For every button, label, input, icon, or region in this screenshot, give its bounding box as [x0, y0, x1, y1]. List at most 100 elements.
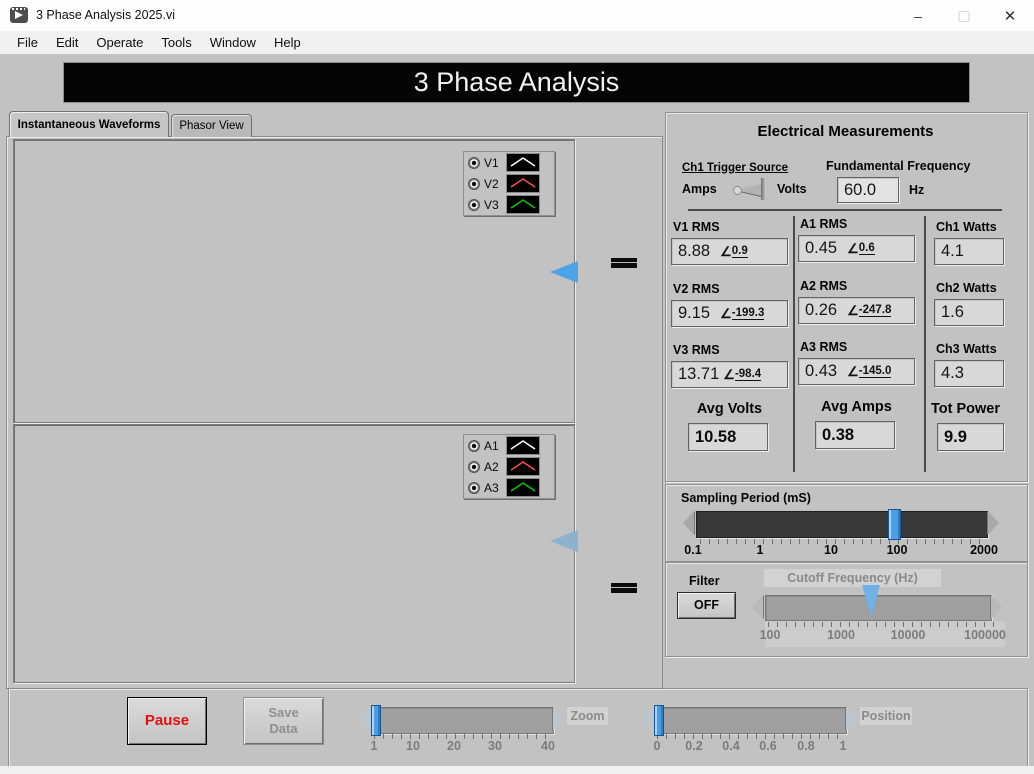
sampling-scale-tick: 10 [824, 543, 838, 557]
titlebar: 3 Phase Analysis 2025.vi – ▢ ✕ [0, 0, 1034, 32]
watts-value: 4.1 [941, 242, 964, 260]
sampling-period-label: Sampling Period (mS) [681, 491, 811, 505]
plot-visibility-icon[interactable] [468, 156, 480, 169]
maximize-button: ▢ [957, 7, 971, 23]
menu-tools[interactable]: Tools [152, 33, 200, 52]
angle-value: 0.9 [731, 245, 748, 258]
legend-item-a2[interactable]: A2 [464, 456, 554, 477]
position-scale-tick: 0.4 [722, 739, 740, 753]
plot-visibility-icon[interactable] [468, 481, 480, 494]
avg-value: 0.38 [822, 425, 855, 444]
plot-line-sample[interactable] [506, 457, 540, 476]
avg-value: 9.9 [944, 427, 967, 446]
trigger-source-option-volts[interactable]: Volts [777, 182, 807, 196]
v2-rms-label: V2 RMS [673, 282, 720, 296]
tab-phasor-view[interactable]: Phasor View [171, 114, 252, 137]
rms-value: 8.88 [678, 242, 711, 260]
v1-rms-label: V1 RMS [673, 220, 720, 234]
measurements-title: Electrical Measurements [757, 123, 934, 140]
fundamental-frequency-label: Fundamental Frequency [826, 159, 971, 173]
angle-value: -199.3 [731, 307, 765, 320]
position-increment-arrow[interactable] [846, 707, 857, 731]
page-title-banner: 3 Phase Analysis [63, 62, 970, 103]
trigger-source-option-amps[interactable]: Amps [682, 182, 717, 196]
v3-rms-label: V3 RMS [673, 343, 720, 357]
plot-visibility-icon[interactable] [468, 177, 480, 190]
menu-help[interactable]: Help [265, 33, 310, 52]
voltage-range-slider-handle[interactable] [611, 258, 637, 268]
app-window: 3 Phase Analysis 2025.vi – ▢ ✕ File Edit… [0, 0, 1034, 774]
rms-value: 0.43 [805, 362, 838, 380]
zoom-label: Zoom [567, 707, 608, 725]
plot-visibility-icon[interactable] [468, 439, 480, 452]
ch1-watts-label: Ch1 Watts [936, 220, 997, 234]
v-trigger-pointer[interactable] [550, 261, 578, 283]
filter-label: Filter [689, 574, 720, 588]
save-data-label-1: Save [268, 704, 299, 720]
ch1-trigger-source-label: Ch1 Trigger Source [682, 162, 789, 174]
labview-app-icon [10, 7, 28, 23]
sampling-decrement-arrow[interactable] [683, 511, 694, 535]
minimize-button[interactable]: – [895, 0, 941, 31]
a3-rms-value: 0.43 ∠ -145.0 [798, 358, 915, 385]
menu-file[interactable]: File [8, 33, 47, 52]
angle-icon: ∠ [720, 305, 732, 321]
v1-rms-value: 8.88 ∠ 0.9 [671, 238, 788, 265]
zoom-increment-arrow[interactable] [553, 707, 564, 731]
trigger-source-switch[interactable] [733, 178, 775, 200]
pause-button[interactable]: Pause [127, 697, 207, 745]
close-button[interactable]: ✕ [987, 0, 1033, 31]
rms-value: 13.71 [678, 365, 720, 383]
angle-icon: ∠ [720, 243, 732, 259]
plot-line-sample[interactable] [506, 174, 540, 193]
fundamental-frequency-value: 60.0 [837, 177, 899, 203]
legend-label: A1 [484, 438, 499, 453]
frequency-value: 60.0 [844, 180, 877, 199]
legend-item-v1[interactable]: V1 [464, 152, 554, 173]
current-range-slider-handle[interactable] [611, 583, 637, 593]
plot-visibility-icon[interactable] [468, 198, 480, 211]
sampling-slider-handle[interactable] [888, 509, 901, 540]
cutoff-scale-tick: 100000 [964, 628, 1006, 642]
sampling-slider-track[interactable] [696, 511, 988, 538]
menu-operate[interactable]: Operate [87, 33, 152, 52]
cutoff-slider-pointer[interactable] [862, 585, 880, 617]
position-scale-tick: 0.8 [797, 739, 815, 753]
position-slider-handle[interactable] [654, 705, 664, 736]
cutoff-decrement-arrow[interactable] [752, 595, 763, 619]
rms-value: 0.26 [805, 301, 838, 319]
zoom-scale-tick: 10 [406, 739, 420, 753]
legend-label: A2 [484, 459, 499, 474]
zoom-slider-track[interactable] [372, 707, 554, 734]
angle-icon: ∠ [723, 366, 735, 382]
v2-rms-value: 9.15 ∠ -199.3 [671, 300, 788, 327]
a2-rms-value: 0.26 ∠ -247.8 [798, 297, 915, 324]
menu-edit[interactable]: Edit [47, 33, 87, 52]
tab-instantaneous-waveforms[interactable]: Instantaneous Waveforms [9, 111, 169, 137]
legend-item-v3[interactable]: V3 [464, 194, 554, 215]
plot-line-sample[interactable] [506, 153, 540, 172]
plot-line-sample[interactable] [506, 478, 540, 497]
plot-line-sample[interactable] [506, 436, 540, 455]
i-trigger-pointer[interactable] [550, 530, 578, 552]
window-bottom-frame [0, 766, 1034, 774]
watts-value: 4.3 [941, 364, 964, 382]
legend-item-v2[interactable]: V2 [464, 173, 554, 194]
zoom-slider-handle[interactable] [371, 705, 381, 736]
a2-rms-label: A2 RMS [800, 279, 848, 293]
legend-item-a3[interactable]: A3 [464, 477, 554, 498]
cutoff-scale-tick: 1000 [827, 628, 855, 642]
plot-visibility-icon[interactable] [468, 460, 480, 473]
angle-value: 0.6 [858, 242, 875, 255]
sampling-increment-arrow[interactable] [988, 511, 999, 535]
plot-line-sample[interactable] [506, 195, 540, 214]
sampling-scale-tick: 100 [886, 543, 908, 557]
menu-window[interactable]: Window [201, 33, 265, 52]
legend-item-a1[interactable]: A1 [464, 435, 554, 456]
column-divider [924, 216, 926, 472]
position-slider-track[interactable] [655, 707, 847, 734]
filter-off-button[interactable]: OFF [677, 592, 736, 619]
menubar: File Edit Operate Tools Window Help [0, 31, 1034, 54]
save-data-button[interactable]: Save Data [243, 697, 324, 745]
cutoff-increment-arrow[interactable] [991, 595, 1002, 619]
